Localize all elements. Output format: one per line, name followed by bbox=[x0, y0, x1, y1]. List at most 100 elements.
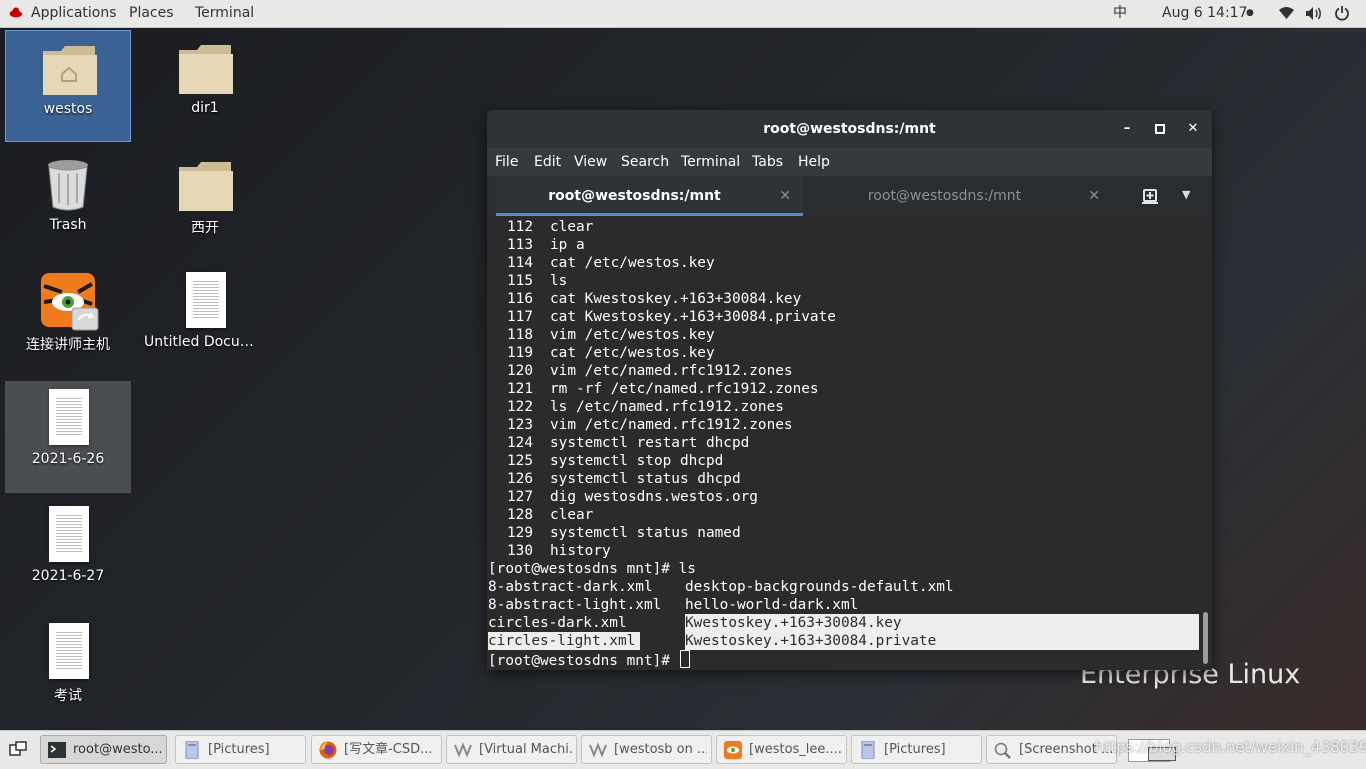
maximize-icon bbox=[1155, 124, 1165, 134]
terminal-scrollbar[interactable] bbox=[1199, 216, 1212, 670]
history-line: 127 dig westosdns.westos.org bbox=[488, 488, 758, 506]
ls-right-selected: Kwestoskey.+163+30084.private bbox=[685, 632, 1199, 650]
menu-view[interactable]: View bbox=[574, 148, 607, 176]
taskbar-item-label: [Pictures] bbox=[884, 742, 946, 757]
ls-row: 8-abstract-dark.xml desktop-backgrounds-d… bbox=[488, 578, 954, 596]
taskbar-item-label: [写文章-CSD... bbox=[344, 742, 433, 757]
history-command: systemctl stop dhcpd bbox=[550, 453, 724, 469]
menu-edit[interactable]: Edit bbox=[534, 148, 561, 176]
history-line: 121 rm -rf /etc/named.rfc1912.zones bbox=[488, 380, 819, 398]
tabs-dropdown-icon[interactable]: ▼ bbox=[1182, 188, 1196, 202]
menu-help[interactable]: Help bbox=[798, 148, 830, 176]
desktop-icon-folder-xikai[interactable]: 西开 bbox=[142, 147, 268, 259]
history-command: ip a bbox=[550, 237, 585, 253]
scrollbar-thumb[interactable] bbox=[1203, 612, 1208, 664]
taskbar-item-terminal[interactable]: root@westo... bbox=[40, 735, 167, 764]
taskbar-item-firefox[interactable]: [写文章-CSD... bbox=[311, 735, 442, 764]
tab-label: root@westosdns:/mnt bbox=[548, 188, 721, 204]
ls-left: circles-dark.xml bbox=[488, 615, 627, 631]
history-line: 119 cat /etc/westos.key bbox=[488, 344, 715, 362]
history-line: 112 clear bbox=[488, 218, 593, 236]
home-folder-icon bbox=[43, 46, 97, 95]
history-command: ls bbox=[550, 273, 568, 289]
places-menu[interactable]: Places bbox=[129, 0, 174, 27]
desktop-icon-label: 西开 bbox=[191, 220, 219, 236]
menu-tabs[interactable]: Tabs bbox=[752, 148, 783, 176]
input-method-indicator[interactable]: 中 bbox=[1113, 0, 1127, 27]
document-icon bbox=[186, 272, 226, 328]
volume-icon[interactable] bbox=[1305, 6, 1323, 21]
menu-file[interactable]: File bbox=[495, 148, 518, 176]
history-number: 129 bbox=[507, 525, 533, 541]
show-desktop-icon[interactable] bbox=[9, 741, 27, 757]
history-line: 129 systemctl status named bbox=[488, 524, 741, 542]
maximize-button[interactable] bbox=[1151, 120, 1169, 138]
tab-close-icon[interactable]: ✕ bbox=[779, 188, 791, 204]
history-line: 123 vim /etc/named.rfc1912.zones bbox=[488, 416, 793, 434]
desktop-icon-exam[interactable]: 考试 bbox=[5, 615, 131, 727]
history-line: 118 vim /etc/westos.key bbox=[488, 326, 715, 344]
taskbar-item-virt-manager[interactable]: [Virtual Machi... bbox=[446, 735, 577, 764]
folder-icon bbox=[179, 45, 233, 94]
taskbar-item-pictures[interactable]: [Pictures] bbox=[175, 735, 306, 764]
desktop-icon-connect-teacher[interactable]: 连接讲师主机 bbox=[5, 264, 131, 376]
terminal-menubar: File Edit View Search Terminal Tabs Help bbox=[487, 148, 1212, 176]
virt-manager-icon bbox=[454, 742, 472, 758]
close-button[interactable]: ✕ bbox=[1184, 120, 1202, 138]
ls-left-selected: circles-light.xml bbox=[488, 632, 640, 650]
history-number: 115 bbox=[507, 273, 533, 289]
tab-inactive[interactable]: root@westosdns:/mnt ✕ bbox=[807, 176, 1112, 216]
history-command: cat /etc/westos.key bbox=[550, 255, 715, 271]
new-tab-icon[interactable] bbox=[1140, 187, 1162, 205]
ls-right: desktop-backgrounds-default.xml bbox=[685, 579, 954, 595]
history-line: 116 cat Kwestoskey.+163+30084.key bbox=[488, 290, 801, 308]
tab-close-icon[interactable]: ✕ bbox=[1088, 188, 1100, 204]
history-command: clear bbox=[550, 507, 594, 523]
terminal-tabbar: root@westosdns:/mnt ✕ root@westosdns:/mn… bbox=[487, 176, 1212, 216]
history-number: 130 bbox=[507, 543, 533, 559]
history-line: 117 cat Kwestoskey.+163+30084.private bbox=[488, 308, 836, 326]
history-command: systemctl status named bbox=[550, 525, 741, 541]
desktop-icon-trash[interactable]: Trash bbox=[5, 147, 131, 259]
clock[interactable]: Aug 6 14:17 bbox=[1162, 0, 1248, 27]
history-command: dig westosdns.westos.org bbox=[550, 489, 758, 505]
desktop-icon-2021-6-26[interactable]: 2021-6-26 bbox=[5, 381, 131, 493]
power-icon[interactable] bbox=[1334, 5, 1350, 21]
history-command: rm -rf /etc/named.rfc1912.zones bbox=[550, 381, 819, 397]
window-titlebar[interactable]: root@westosdns:/mnt – ✕ bbox=[487, 110, 1212, 148]
history-number: 122 bbox=[507, 399, 533, 415]
terminal-output[interactable]: 112 clear 113 ip a 114 cat /etc/westos.key 115… bbox=[487, 216, 1199, 670]
taskbar-item-westos-lee[interactable]: [westos_lee.... bbox=[716, 735, 847, 764]
ls-right: hello-world-dark.xml bbox=[685, 597, 859, 613]
taskbar-item-label: root@westo... bbox=[73, 742, 162, 757]
desktop-icon-dir1[interactable]: dir1 bbox=[142, 30, 268, 142]
menu-terminal[interactable]: Terminal bbox=[681, 148, 740, 176]
file-manager-icon bbox=[861, 741, 875, 759]
terminal-window[interactable]: root@westosdns:/mnt – ✕ File Edit View S… bbox=[487, 110, 1212, 670]
menu-search[interactable]: Search bbox=[621, 148, 669, 176]
history-line: 113 ip a bbox=[488, 236, 585, 254]
history-command: cat /etc/westos.key bbox=[550, 345, 715, 361]
ls-right-selected: Kwestoskey.+163+30084.key bbox=[685, 614, 1199, 632]
desktop-icon-untitled-document[interactable]: Untitled Docum... bbox=[142, 264, 268, 376]
history-line: 122 ls /etc/named.rfc1912.zones bbox=[488, 398, 784, 416]
current-prompt-line[interactable]: [root@westosdns mnt]# bbox=[488, 650, 690, 669]
top-panel: Applications Places Terminal 中 Aug 6 14:… bbox=[0, 0, 1366, 28]
taskbar-item-label: [westosb on ... bbox=[614, 742, 707, 757]
taskbar-item-westosb[interactable]: [westosb on ... bbox=[581, 735, 712, 764]
taskbar-item-pictures-2[interactable]: [Pictures] bbox=[851, 735, 982, 764]
history-line: 130 history bbox=[488, 542, 611, 560]
firefox-icon bbox=[319, 741, 337, 759]
minimize-button[interactable]: – bbox=[1118, 120, 1136, 138]
document-icon bbox=[49, 389, 89, 445]
wifi-icon[interactable] bbox=[1278, 6, 1295, 20]
terminal-app-menu[interactable]: Terminal bbox=[195, 0, 254, 27]
applications-menu[interactable]: Applications bbox=[31, 0, 117, 27]
desktop-icon-home[interactable]: westos bbox=[5, 30, 131, 142]
desktop-icon-2021-6-27[interactable]: 2021-6-27 bbox=[5, 498, 131, 610]
file-manager-icon bbox=[185, 741, 199, 759]
history-command: cat Kwestoskey.+163+30084.private bbox=[550, 309, 836, 325]
tab-active[interactable]: root@westosdns:/mnt ✕ bbox=[496, 176, 803, 216]
history-command: vim /etc/westos.key bbox=[550, 327, 715, 343]
history-number: 124 bbox=[507, 435, 533, 451]
